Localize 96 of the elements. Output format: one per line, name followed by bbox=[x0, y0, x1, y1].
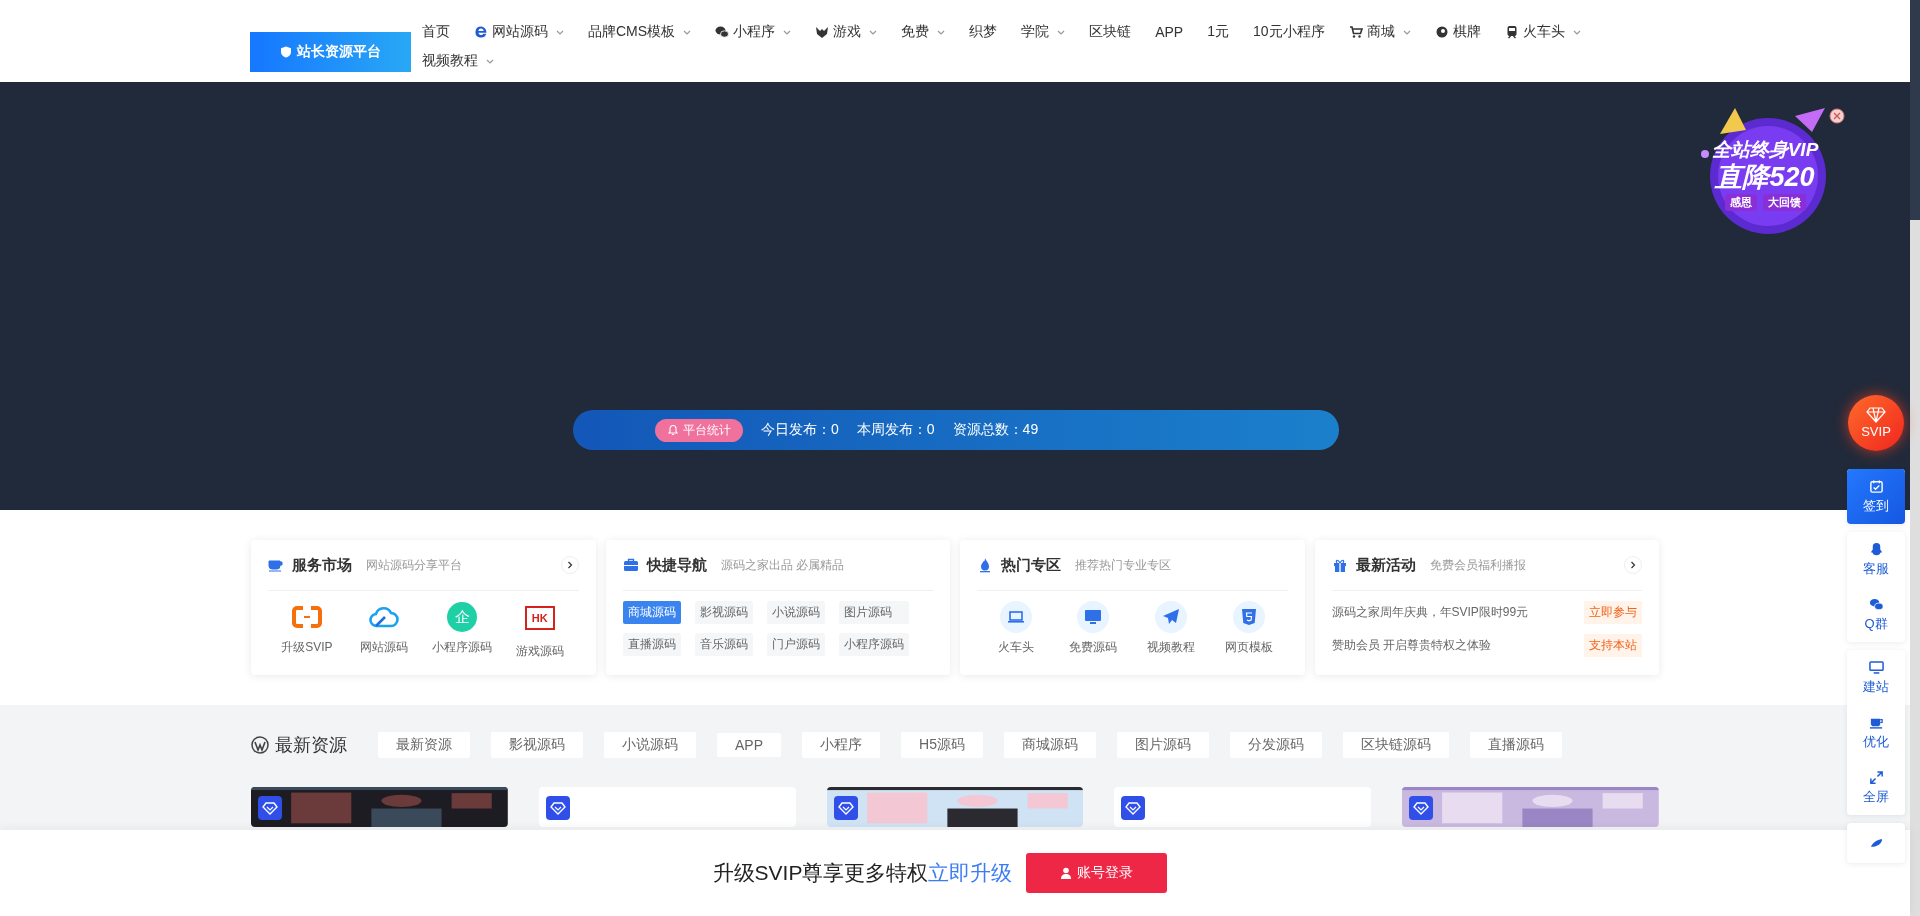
service-link[interactable]: 网站源码 bbox=[345, 601, 424, 660]
upgrade-link[interactable]: 立即升级 bbox=[928, 861, 1013, 884]
card-title: 热门专区 bbox=[1001, 555, 1061, 575]
category-tab[interactable]: 区块链源码 bbox=[1342, 732, 1449, 758]
expand-icon bbox=[1868, 769, 1884, 785]
card-subtitle: 免费会员福利播报 bbox=[1429, 556, 1526, 574]
category-tab[interactable]: 图片源码 bbox=[1116, 732, 1209, 758]
tag-link[interactable]: 音乐源码 bbox=[694, 633, 753, 656]
hot-link[interactable]: 火车头 bbox=[977, 601, 1055, 656]
bell-icon bbox=[667, 424, 679, 436]
shield-icon bbox=[280, 46, 292, 58]
chess-icon bbox=[1434, 25, 1449, 39]
card-title: 快捷导航 bbox=[646, 555, 707, 575]
flame-icon bbox=[977, 557, 993, 573]
rocket-icon bbox=[1868, 838, 1884, 848]
tag-link[interactable]: 商城源码 bbox=[622, 601, 681, 624]
fox-icon bbox=[815, 25, 830, 39]
wordpress-icon bbox=[251, 736, 269, 754]
nav-link[interactable]: 首页 bbox=[422, 22, 450, 42]
card-subtitle: 推荐热门专业专区 bbox=[1075, 556, 1171, 574]
briefcase-icon bbox=[622, 557, 639, 573]
penguin-icon bbox=[1868, 541, 1884, 557]
nav-link[interactable]: 视频教程 bbox=[422, 51, 494, 71]
stat-text: 资源总数：49 bbox=[952, 421, 1039, 439]
nav-link[interactable]: 免费 bbox=[901, 22, 946, 42]
nav-link[interactable]: 织梦 bbox=[969, 22, 998, 42]
card-title: 最新活动 bbox=[1355, 555, 1416, 575]
service-link[interactable]: 升级SVIP bbox=[268, 601, 346, 660]
nav-link[interactable]: 10元小程序 bbox=[1252, 22, 1325, 42]
category-tab[interactable]: 小说源码 bbox=[604, 732, 696, 758]
nav-link[interactable]: 1元 bbox=[1207, 22, 1229, 42]
nav-link[interactable]: 商城 bbox=[1348, 22, 1411, 42]
sidebar-button[interactable]: Q群 bbox=[1847, 587, 1905, 642]
cup-icon bbox=[268, 557, 284, 573]
category-tab[interactable]: 直播源码 bbox=[1469, 732, 1562, 758]
tag-link[interactable]: 图片源码 bbox=[838, 601, 909, 624]
sidebar-button[interactable]: 签到 bbox=[1847, 469, 1905, 524]
upgrade-text: 升级SVIP尊享更多特权立即升级 bbox=[712, 860, 1013, 886]
browser-icon bbox=[474, 25, 488, 39]
sidebar-button[interactable]: 优化 bbox=[1847, 705, 1905, 760]
nav-link[interactable]: APP bbox=[1155, 22, 1184, 42]
tag-link[interactable]: 门户源码 bbox=[766, 633, 825, 656]
monitor-icon bbox=[1868, 659, 1884, 675]
cart-icon bbox=[1348, 25, 1363, 39]
nav-link[interactable]: 火车头 bbox=[1504, 22, 1581, 42]
nav-link[interactable]: 棋牌 bbox=[1434, 22, 1481, 42]
category-tab[interactable]: 影视源码 bbox=[491, 732, 583, 758]
calendar-icon bbox=[1868, 478, 1884, 494]
chat-icon bbox=[1868, 596, 1884, 612]
nav-link[interactable]: 小程序 bbox=[715, 22, 792, 42]
nav-link[interactable]: 游戏 bbox=[815, 22, 878, 42]
logo-button[interactable]: 站长资源平台 bbox=[250, 32, 411, 72]
tag-link[interactable]: 直播源码 bbox=[622, 633, 681, 656]
category-tab[interactable]: 商城源码 bbox=[1003, 732, 1096, 758]
hot-link[interactable]: 免费源码 bbox=[1054, 601, 1133, 656]
hot-link[interactable]: 视频教程 bbox=[1132, 601, 1210, 656]
category-tab[interactable]: 小程序 bbox=[802, 732, 880, 758]
activity-text: 源码之家周年庆典，年SVIP限时99元 bbox=[1331, 604, 1529, 621]
scrollbar[interactable] bbox=[1910, 0, 1920, 916]
card-title: 服务市场 bbox=[292, 555, 352, 575]
section-title: 最新资源 bbox=[275, 734, 347, 757]
resource-card[interactable] bbox=[538, 787, 796, 827]
nav-link[interactable]: 学院 bbox=[1021, 22, 1066, 42]
nav-link[interactable]: 区块链 bbox=[1089, 22, 1132, 42]
service-link[interactable]: 企 小程序源码 bbox=[423, 601, 501, 660]
nav-link[interactable]: 网站源码 bbox=[474, 22, 564, 42]
category-tab[interactable]: APP bbox=[717, 733, 781, 757]
gift-icon bbox=[1331, 557, 1348, 573]
resource-card[interactable] bbox=[1114, 787, 1372, 827]
sidebar-button[interactable]: 建站 bbox=[1847, 650, 1905, 705]
activity-text: 赞助会员 开启尊贵特权之体验 bbox=[1331, 637, 1491, 654]
card-subtitle: 网站源码分享平台 bbox=[366, 556, 462, 574]
category-tab[interactable]: 分发源码 bbox=[1229, 732, 1322, 758]
category-tab[interactable]: H5源码 bbox=[901, 732, 983, 758]
nav-link[interactable]: 品牌CMS模板 bbox=[588, 22, 692, 42]
close-icon[interactable] bbox=[1829, 108, 1845, 124]
diamond-icon bbox=[1866, 407, 1886, 423]
login-button[interactable]: 账号登录 bbox=[1026, 853, 1168, 893]
hot-link[interactable]: 网页模板 bbox=[1209, 601, 1288, 656]
promo-tag: 感恩 bbox=[1724, 194, 1757, 212]
tag-link[interactable]: 影视源码 bbox=[694, 601, 753, 624]
hk-icon: HK bbox=[524, 606, 555, 630]
sidebar-button[interactable]: 客服 bbox=[1847, 532, 1905, 587]
promo-subtitle: 直降520 bbox=[1715, 162, 1815, 193]
tag-link[interactable]: 小说源码 bbox=[766, 601, 825, 624]
user-icon bbox=[1060, 867, 1073, 879]
service-link[interactable]: HK 游戏源码 bbox=[500, 601, 579, 660]
stats-badge: 平台统计 bbox=[655, 418, 743, 442]
promo-tag: 大回馈 bbox=[1762, 194, 1806, 212]
category-tab[interactable]: 最新资源 bbox=[378, 732, 470, 758]
chat-icon bbox=[715, 25, 730, 39]
card-subtitle: 源码之家出品 必属精品 bbox=[720, 556, 844, 574]
sidebar-button[interactable]: 全屏 bbox=[1847, 760, 1905, 815]
tag-link[interactable]: 小程序源码 bbox=[838, 633, 909, 656]
stat-text: 今日发布：0 bbox=[761, 421, 839, 439]
stat-text: 本周发布：0 bbox=[856, 421, 935, 439]
